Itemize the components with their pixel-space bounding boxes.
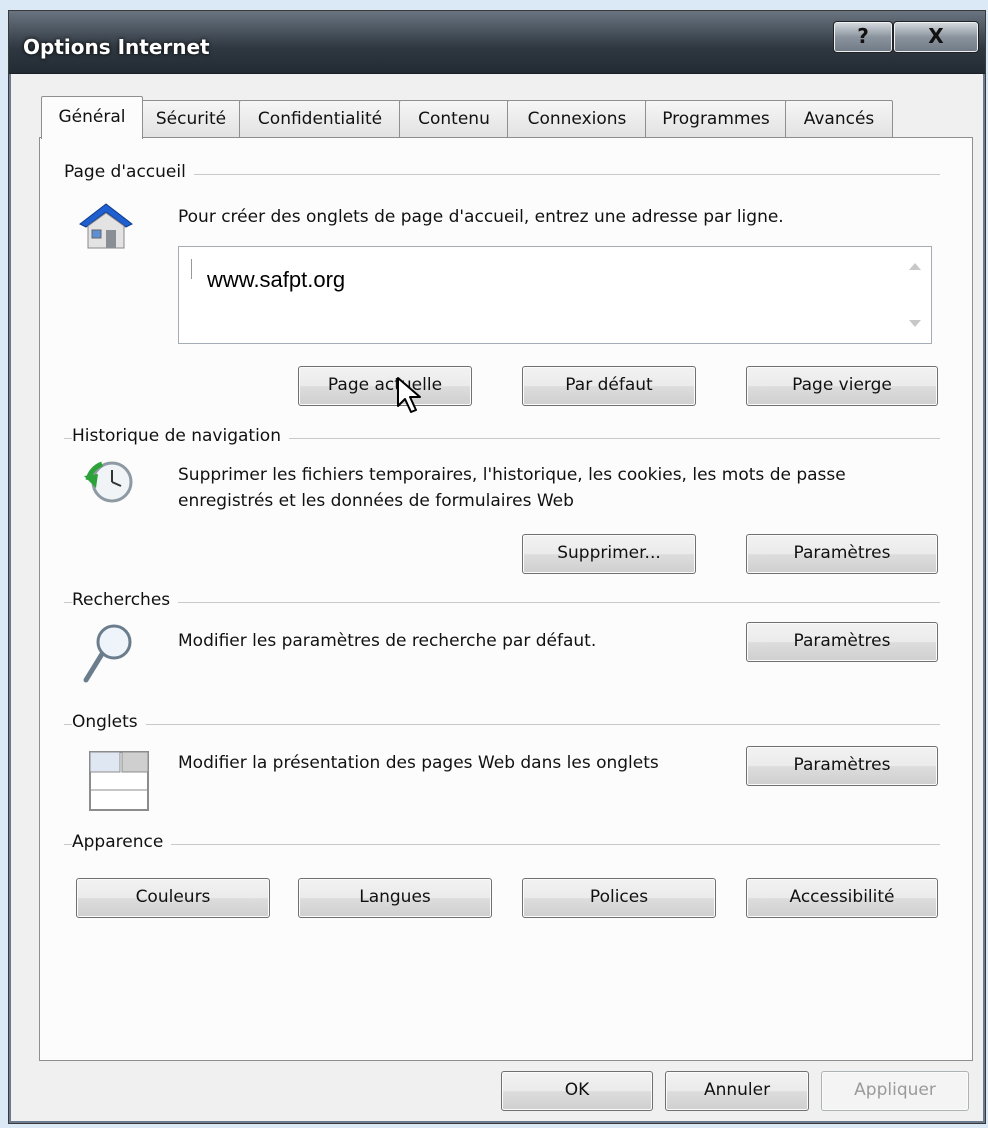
mouse-pointer-icon — [396, 376, 428, 420]
homepage-description: Pour créer des onglets de page d'accueil… — [178, 207, 784, 227]
tabs-window-icon — [88, 750, 150, 818]
tabs-settings-button[interactable]: Paramètres — [746, 746, 938, 786]
tabs-section-title: Onglets — [72, 712, 146, 732]
tab-security[interactable]: Sécurité — [141, 100, 241, 137]
fonts-button[interactable]: Polices — [522, 878, 716, 918]
search-section-divider — [64, 602, 940, 603]
homepage-address-value: www.safpt.org — [207, 267, 346, 292]
scroll-down-arrow-icon[interactable] — [909, 320, 921, 327]
history-section-title: Historique de navigation — [72, 426, 289, 446]
current-page-button[interactable]: Page actuelle — [298, 366, 472, 406]
languages-button[interactable]: Langues — [298, 878, 492, 918]
appearance-section-divider — [64, 844, 940, 845]
history-settings-button[interactable]: Paramètres — [746, 534, 938, 574]
cancel-button[interactable]: Annuler — [665, 1071, 809, 1111]
homepage-section-title: Page d'accueil — [64, 162, 194, 182]
blank-page-button[interactable]: Page vierge — [746, 366, 938, 406]
homepage-section-divider — [64, 174, 940, 175]
apply-button[interactable]: Appliquer — [821, 1071, 969, 1111]
tabs-description: Modifier la présentation des pages Web d… — [178, 753, 659, 773]
internet-options-dialog: Options Internet ? X Général Sécurité Co… — [8, 10, 986, 1124]
tab-advanced[interactable]: Avancés — [785, 100, 893, 137]
history-description-line1: Supprimer les fichiers temporaires, l'hi… — [178, 465, 846, 485]
search-description: Modifier les paramètres de recherche par… — [178, 631, 597, 651]
tab-connections[interactable]: Connexions — [507, 100, 647, 137]
search-settings-button[interactable]: Paramètres — [746, 622, 938, 662]
magnifier-icon — [82, 622, 136, 688]
house-icon — [78, 200, 134, 256]
title-bar[interactable]: Options Internet ? X — [9, 11, 985, 74]
homepage-address-field[interactable]: www.safpt.org — [178, 246, 932, 344]
delete-history-button[interactable]: Supprimer... — [522, 534, 696, 574]
help-button[interactable]: ? — [833, 21, 893, 53]
search-section-title: Recherches — [72, 590, 179, 610]
history-description-line2: enregistrés et les données de formulaire… — [178, 491, 574, 511]
default-page-button[interactable]: Par défaut — [522, 366, 696, 406]
tab-programs[interactable]: Programmes — [645, 100, 787, 137]
ok-button[interactable]: OK — [501, 1071, 653, 1111]
tabs-section-divider — [64, 724, 940, 725]
appearance-section-title: Apparence — [72, 832, 172, 852]
close-button[interactable]: X — [893, 21, 979, 53]
general-tab-panel: Page d'accueil Pour créer des onglets de… — [39, 137, 973, 1061]
scroll-up-arrow-icon[interactable] — [909, 263, 921, 270]
text-caret — [191, 259, 192, 279]
history-clock-icon — [84, 458, 136, 510]
tab-privacy[interactable]: Confidentialité — [239, 100, 401, 137]
tab-content[interactable]: Contenu — [399, 100, 509, 137]
colors-button[interactable]: Couleurs — [76, 878, 270, 918]
accessibility-button[interactable]: Accessibilité — [746, 878, 938, 918]
window-title: Options Internet — [23, 35, 210, 59]
tab-general[interactable]: Général — [41, 96, 143, 139]
